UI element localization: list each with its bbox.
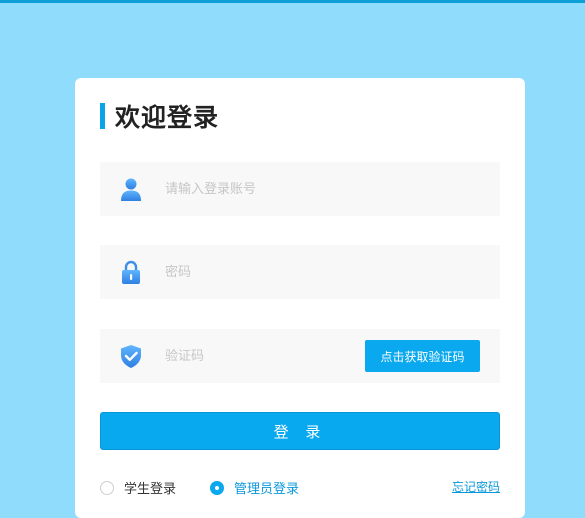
- captcha-input[interactable]: [165, 329, 365, 383]
- user-icon: [121, 178, 141, 201]
- top-accent-bar: [0, 0, 585, 3]
- username-field: [100, 162, 500, 216]
- login-button[interactable]: 登 录: [100, 412, 500, 450]
- login-title: 欢迎登录: [100, 101, 220, 132]
- password-input[interactable]: [165, 245, 365, 299]
- forgot-password-link[interactable]: 忘记密码: [452, 478, 500, 495]
- role-radio-admin[interactable]: 管理员登录: [210, 478, 299, 497]
- role-label-admin: 管理员登录: [234, 482, 300, 497]
- shield-check-icon: [121, 345, 141, 368]
- password-field: [100, 245, 500, 299]
- username-input[interactable]: [165, 162, 365, 216]
- captcha-field: 点击获取验证码: [100, 329, 500, 383]
- title-accent-mark: [100, 103, 105, 129]
- role-radio-student[interactable]: 学生登录: [100, 478, 176, 497]
- get-code-button[interactable]: 点击获取验证码: [365, 340, 480, 372]
- lock-icon: [122, 260, 140, 284]
- radio-unchecked-icon: [100, 480, 114, 495]
- role-label-student: 学生登录: [124, 482, 177, 497]
- login-card: 欢迎登录 请输入登录账号 验证码 点击获取验证码 登 录 学生登录 管理员登录 …: [75, 78, 525, 518]
- login-options: 学生登录 管理员登录 忘记密码: [100, 476, 500, 498]
- radio-checked-icon: [210, 480, 224, 495]
- login-title-text: 欢迎登录: [115, 103, 220, 132]
